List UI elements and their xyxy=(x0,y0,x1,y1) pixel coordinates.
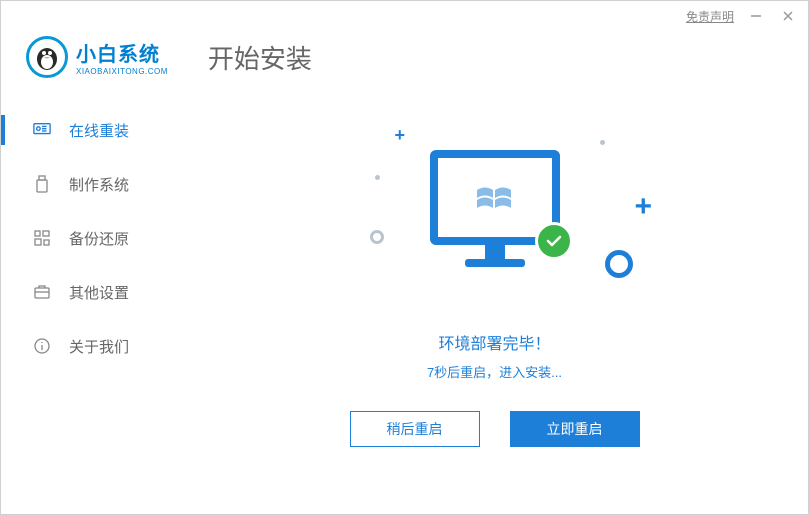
header: 小白系统 XIAOBAIXITONG.COM 开始安装 xyxy=(1,31,808,93)
app-window: 免责声明 小白系统 XIAOBAIXITONG.COM xyxy=(0,0,809,515)
body: 在线重装 制作系统 xyxy=(1,93,808,514)
logo: 小白系统 XIAOBAIXITONG.COM xyxy=(26,36,168,78)
status-countdown: 7秒后重启，进入安装... xyxy=(427,362,562,381)
sidebar-item-about[interactable]: 关于我们 xyxy=(1,319,181,373)
plus-icon: + xyxy=(395,125,406,146)
sidebar-item-label: 制作系统 xyxy=(69,174,129,195)
titlebar: 免责声明 xyxy=(1,1,808,31)
sidebar-item-create[interactable]: 制作系统 xyxy=(1,157,181,211)
dot-icon xyxy=(600,140,605,145)
reinstall-icon xyxy=(33,121,51,139)
settings-icon xyxy=(33,283,51,301)
monitor-base xyxy=(465,259,525,267)
grid-icon xyxy=(33,229,51,247)
sidebar-item-label: 关于我们 xyxy=(69,336,129,357)
windows-logo-icon xyxy=(475,180,515,216)
close-button[interactable] xyxy=(778,6,798,26)
dot-icon xyxy=(375,175,380,180)
info-icon xyxy=(33,337,51,355)
button-row: 稍后重启 立即重启 xyxy=(350,411,640,447)
main-content: + + xyxy=(181,93,808,514)
sidebar: 在线重装 制作系统 xyxy=(1,93,181,514)
page-title: 开始安装 xyxy=(208,39,312,76)
status-title: 环境部署完毕！ xyxy=(438,330,550,354)
illustration: + + xyxy=(315,130,675,310)
sidebar-item-label: 其他设置 xyxy=(69,282,129,303)
usb-icon xyxy=(33,175,51,193)
sidebar-item-reinstall[interactable]: 在线重装 xyxy=(1,103,181,157)
sidebar-item-label: 在线重装 xyxy=(69,120,129,141)
plus-icon: + xyxy=(635,190,653,224)
logo-icon xyxy=(26,36,68,78)
sidebar-item-settings[interactable]: 其他设置 xyxy=(1,265,181,319)
checkmark-badge-icon xyxy=(535,222,573,260)
logo-title: 小白系统 xyxy=(76,38,168,67)
restart-now-button[interactable]: 立即重启 xyxy=(510,411,640,447)
logo-subtitle: XIAOBAIXITONG.COM xyxy=(76,67,168,76)
disclaimer-link[interactable]: 免责声明 xyxy=(686,8,734,25)
sidebar-item-backup[interactable]: 备份还原 xyxy=(1,211,181,265)
circle-icon xyxy=(370,230,384,244)
restart-later-button[interactable]: 稍后重启 xyxy=(350,411,480,447)
minimize-button[interactable] xyxy=(746,6,766,26)
circle-icon xyxy=(605,250,633,278)
sidebar-item-label: 备份还原 xyxy=(69,228,129,249)
